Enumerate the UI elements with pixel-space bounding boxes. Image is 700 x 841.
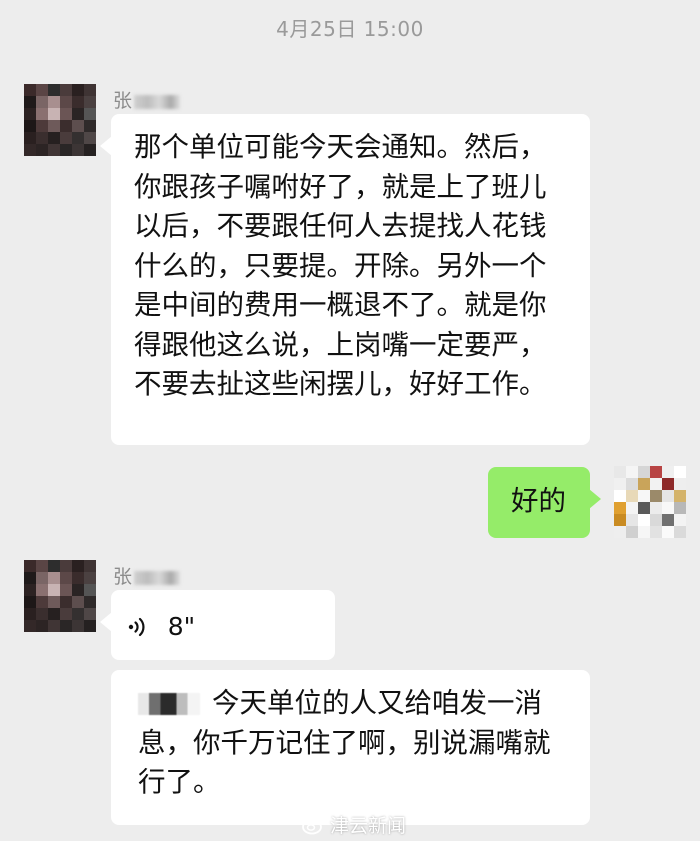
sender-name: 张 — [113, 86, 181, 113]
voice-message-bubble[interactable]: 8" — [100, 590, 335, 660]
watermark-text: 津云新闻 — [330, 815, 407, 837]
redacted-name — [134, 570, 181, 585]
voice-wave-icon — [128, 617, 145, 637]
sender-name-text: 张 — [113, 566, 133, 588]
message-text: 好的 — [511, 485, 566, 517]
incoming-message-bubble[interactable]: 那个单位可能今天会通知。然后， 你跟孩子嘱咐好了，就是上了班儿 以后，不要跟任何… — [100, 114, 590, 445]
redacted-name — [134, 94, 181, 109]
redacted-text — [138, 693, 200, 715]
message-text: 今天单位的人又给咱发一消 息，你千万记住了啊，别说漏嘴就 行了。 — [138, 684, 590, 803]
sender-name: 张 — [113, 562, 181, 589]
message-text: 那个单位可能今天会通知。然后， 你跟孩子嘱咐好了，就是上了班儿 以后，不要跟任何… — [134, 131, 547, 400]
watermark: 津云新闻 — [302, 811, 406, 838]
weibo-logo-icon — [302, 816, 324, 834]
contact-avatar[interactable] — [24, 84, 96, 156]
incoming-message-bubble[interactable]: 今天单位的人又给咱发一消 息，你千万记住了啊，别说漏嘴就 行了。 — [111, 670, 590, 825]
sender-name-text: 张 — [113, 90, 133, 112]
outgoing-message-bubble[interactable]: 好的 — [488, 467, 601, 538]
self-avatar[interactable] — [614, 466, 686, 538]
contact-avatar[interactable] — [24, 560, 96, 632]
message-timestamp: 4月25日 15:00 — [276, 17, 424, 41]
voice-duration: 8" — [167, 612, 196, 642]
